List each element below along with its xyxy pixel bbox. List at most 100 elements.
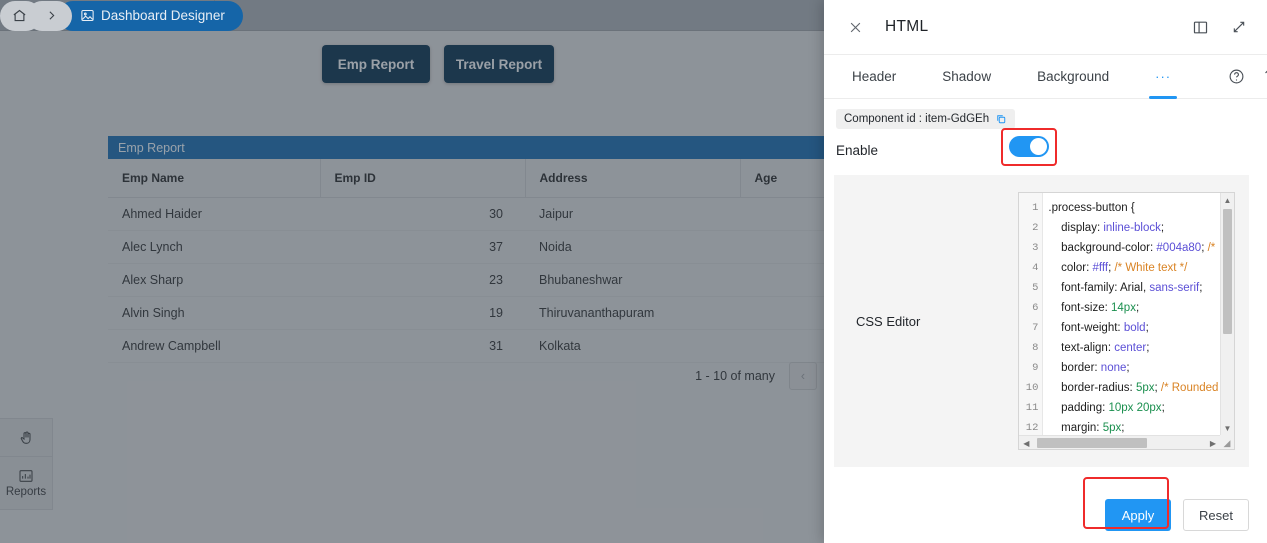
breadcrumb: Dashboard Designer	[0, 0, 243, 31]
line-number: 7	[1032, 322, 1039, 334]
code-token: ;	[1145, 322, 1149, 334]
cell-emp-id: 23	[320, 263, 525, 297]
code-line: font-weight: bold;	[1048, 318, 1234, 338]
code-token: 5px	[1102, 422, 1122, 434]
code-token: padding:	[1048, 402, 1109, 414]
cell-address: Kolkata	[525, 329, 740, 363]
code-token: 10px 20px	[1108, 402, 1162, 414]
column-header-emp-id[interactable]: Emp ID	[320, 159, 526, 198]
code-token: border:	[1048, 362, 1101, 374]
travel-report-button[interactable]: Travel Report	[444, 45, 554, 83]
code-token: ;	[1199, 282, 1203, 294]
resize-grip-icon[interactable]: ◢	[1220, 435, 1234, 449]
toggle-knob	[1030, 138, 1047, 155]
cell-emp-name: Andrew Campbell	[108, 329, 320, 363]
code-token: /*	[1207, 242, 1216, 254]
apply-button[interactable]: Apply	[1105, 499, 1171, 531]
app-root: Dashboard Designer Emp Report Travel Rep…	[0, 0, 1267, 543]
line-number: 8	[1032, 342, 1039, 354]
tab-header[interactable]: Header	[846, 55, 902, 99]
line-number: 4	[1032, 262, 1039, 274]
pagination-range-label: 1 - 10 of many	[695, 369, 775, 383]
close-icon[interactable]	[848, 20, 863, 35]
css-editor-horizontal-scrollbar[interactable]: ◀ ▶	[1019, 435, 1220, 449]
html-settings-panel: HTML Header Shadow Background ··· Compon…	[824, 0, 1267, 543]
breadcrumb-home[interactable]	[0, 0, 41, 31]
cell-emp-name: Alvin Singh	[108, 296, 320, 330]
code-token: /* White text */	[1114, 262, 1188, 274]
cell-emp-id: 37	[320, 230, 525, 264]
column-header-emp-name[interactable]: Emp Name	[108, 159, 321, 198]
home-icon	[12, 8, 27, 23]
rail-item-pointer[interactable]	[0, 419, 52, 457]
css-editor-code[interactable]: .process-button { display: inline-block;…	[1043, 193, 1234, 449]
bar-chart-icon	[18, 468, 34, 484]
line-number: 10	[1025, 382, 1039, 394]
panel-tabs: Header Shadow Background ···	[824, 55, 1267, 99]
code-line: border-radius: 5px; /* Rounded	[1048, 378, 1234, 398]
enable-label: Enable	[836, 142, 879, 158]
line-number: 6	[1032, 302, 1039, 314]
panel-body: Component id : item-GdGEh Enable CSS Edi…	[824, 99, 1267, 543]
tab-shadow[interactable]: Shadow	[936, 55, 997, 99]
code-token: #fff	[1092, 262, 1109, 274]
column-header-address[interactable]: Address	[525, 159, 741, 198]
code-line: padding: 10px 20px;	[1048, 398, 1234, 418]
cell-address: Jaipur	[525, 197, 740, 231]
horizontal-scroll-thumb[interactable]	[1037, 438, 1148, 448]
css-editor-row: CSS Editor 1234567891011121314 .process-…	[834, 175, 1249, 467]
component-id-label: Component id : item-GdGEh	[844, 113, 990, 125]
code-token: ;	[1146, 342, 1150, 354]
sort-icon[interactable]	[1262, 68, 1267, 85]
code-token: none	[1100, 362, 1127, 374]
enable-toggle[interactable]	[1009, 136, 1049, 157]
code-token: font-weight:	[1048, 322, 1124, 334]
code-token: bold	[1123, 322, 1146, 334]
cell-address: Thiruvananthapuram	[525, 296, 740, 330]
code-token: #004a80	[1156, 242, 1202, 254]
scroll-down-icon[interactable]: ▼	[1221, 421, 1234, 435]
help-circle-icon[interactable]	[1228, 68, 1245, 85]
line-number: 3	[1032, 242, 1039, 254]
pagination-prev-button[interactable]: ‹	[789, 362, 817, 390]
css-editor[interactable]: 1234567891011121314 .process-button { di…	[1018, 192, 1235, 450]
code-token: font-size:	[1048, 302, 1112, 314]
left-rail: Reports	[0, 418, 53, 510]
code-token: ;	[1121, 422, 1125, 434]
cell-emp-id: 31	[320, 329, 525, 363]
line-number: 2	[1032, 222, 1039, 234]
vertical-scroll-thumb[interactable]	[1223, 209, 1232, 334]
code-token: sans-serif	[1149, 282, 1200, 294]
code-token: display:	[1048, 222, 1104, 234]
code-line: .process-button {	[1048, 198, 1234, 218]
cell-emp-name: Ahmed Haider	[108, 197, 320, 231]
breadcrumb-item-dashboard-designer[interactable]: Dashboard Designer	[58, 0, 243, 31]
cell-address: Bhubaneshwar	[525, 263, 740, 297]
code-line: color: #fff; /* White text */	[1048, 258, 1234, 278]
scroll-left-icon[interactable]: ◀	[1019, 436, 1033, 449]
emp-report-button[interactable]: Emp Report	[322, 45, 430, 83]
tab-more[interactable]: ···	[1149, 55, 1178, 99]
panel-layout-icon[interactable]	[1192, 19, 1209, 36]
code-token: ;	[1160, 222, 1165, 234]
code-token: ;	[1126, 362, 1130, 374]
code-token: inline-block	[1103, 222, 1161, 234]
pointer-hand-icon	[18, 430, 34, 446]
tab-background[interactable]: Background	[1031, 55, 1115, 99]
code-token: font-family: Arial,	[1048, 282, 1150, 294]
cell-emp-name: Alec Lynch	[108, 230, 320, 264]
breadcrumb-label: Dashboard Designer	[101, 8, 225, 23]
expand-diagonal-icon[interactable]	[1231, 19, 1247, 35]
reset-button[interactable]: Reset	[1183, 499, 1249, 531]
code-token: color:	[1048, 262, 1093, 274]
code-line: font-family: Arial, sans-serif;	[1048, 278, 1234, 298]
component-id-chip: Component id : item-GdGEh	[836, 109, 1016, 129]
line-number: 11	[1025, 402, 1039, 414]
code-line: border: none;	[1048, 358, 1234, 378]
css-editor-vertical-scrollbar[interactable]: ▲ ▼	[1220, 193, 1234, 435]
code-token: 5px	[1135, 382, 1155, 394]
rail-item-reports[interactable]: Reports	[0, 457, 52, 509]
copy-icon[interactable]	[995, 113, 1007, 125]
scroll-right-icon[interactable]: ▶	[1206, 436, 1220, 449]
scroll-up-icon[interactable]: ▲	[1221, 193, 1234, 207]
